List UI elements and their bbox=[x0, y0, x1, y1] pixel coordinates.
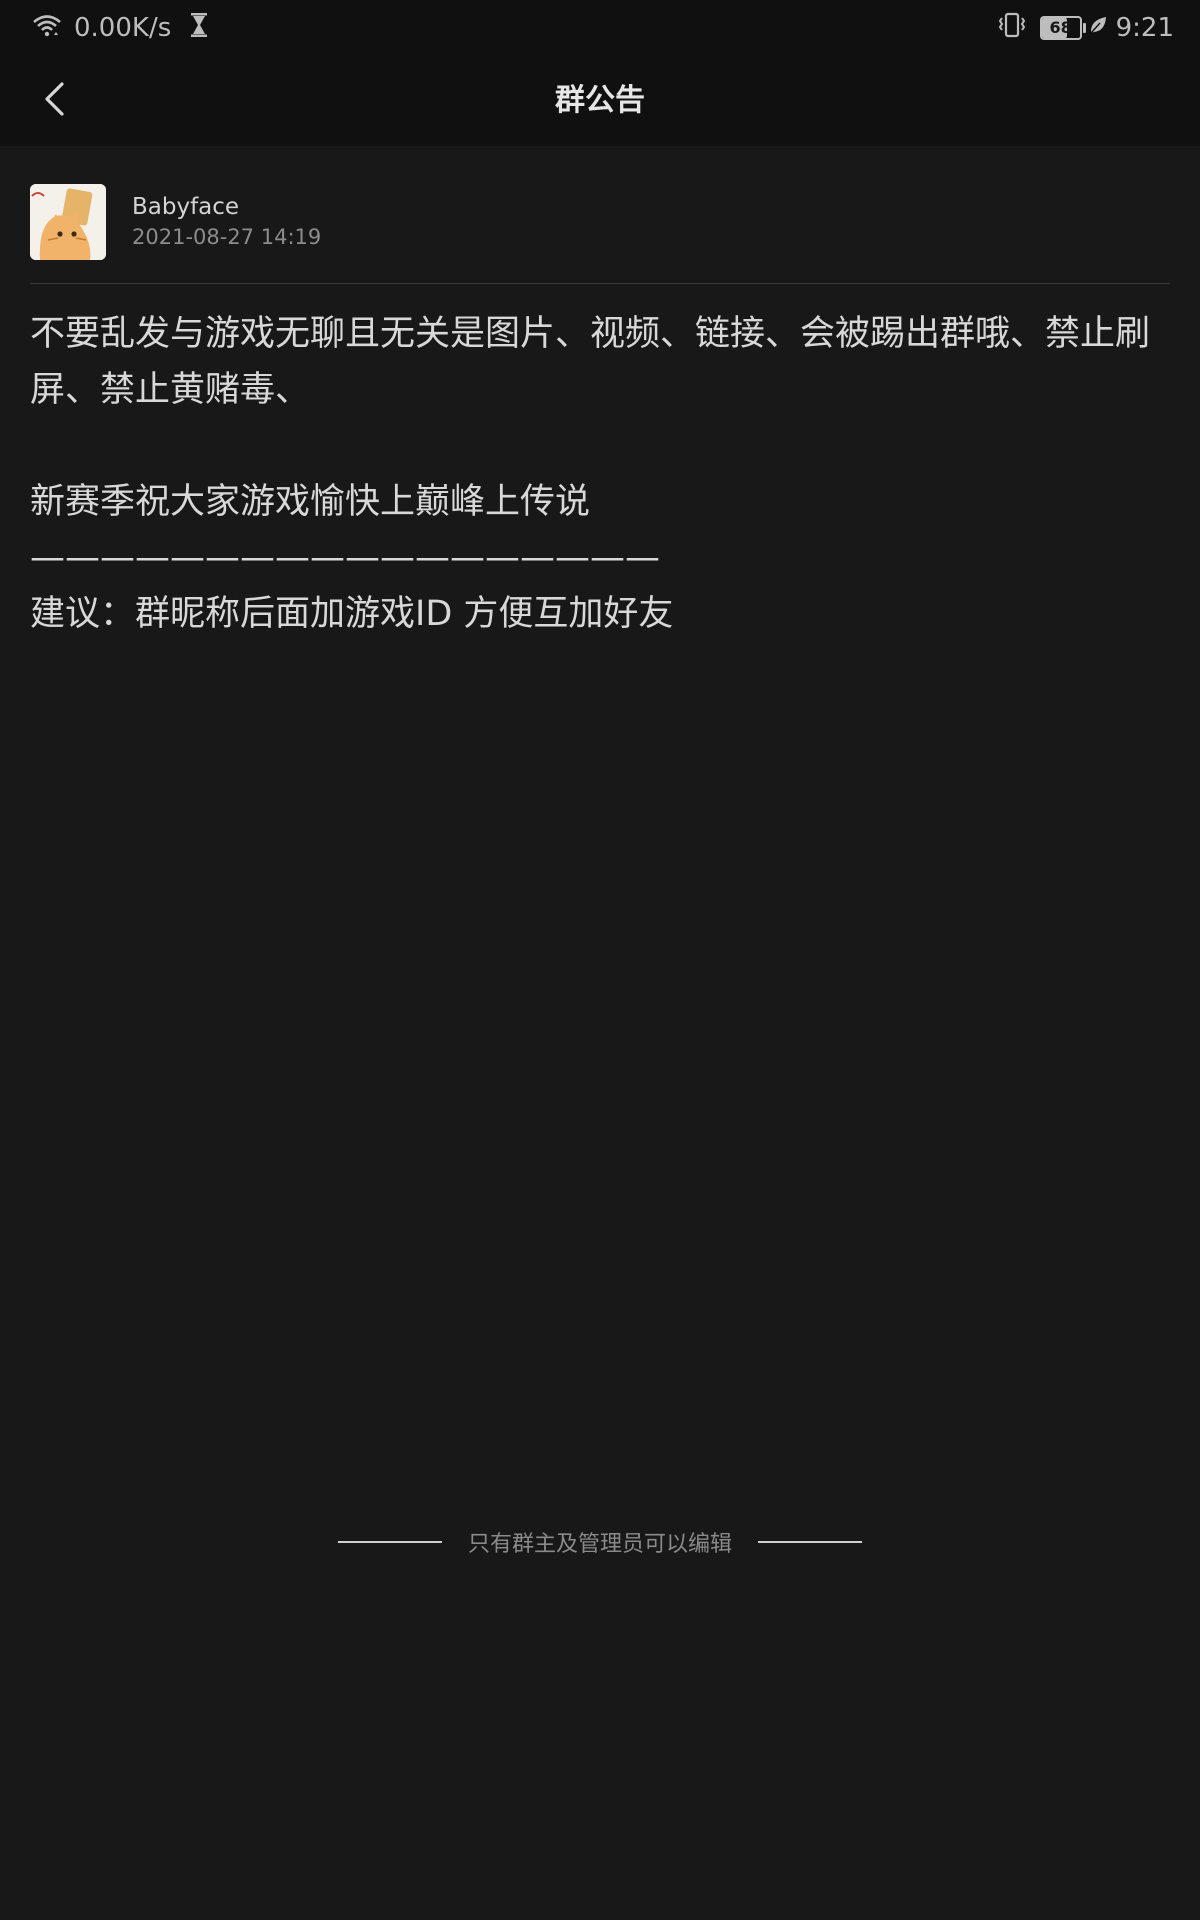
network-speed: 0.00K/s bbox=[74, 13, 172, 43]
footer-note-text: 只有群主及管理员可以编辑 bbox=[467, 1532, 732, 1557]
announcement-screen: 0.00K/s 68 9:21 群公告 Babyface 2021-08-27 … bbox=[0, 0, 1200, 1920]
avatar[interactable] bbox=[30, 184, 106, 260]
author-name: Babyface bbox=[132, 194, 240, 220]
status-right: 68 9:21 bbox=[996, 0, 1174, 56]
back-button[interactable] bbox=[24, 71, 84, 131]
edit-permission-note: 只有群主及管理员可以编辑 bbox=[0, 1522, 1200, 1562]
status-left: 0.00K/s bbox=[32, 0, 209, 56]
announcement-body: 不要乱发与游戏无聊且无关是图片、视频、链接、会被踢出群哦、禁止刷屏、禁止黄赌毒、… bbox=[30, 314, 1151, 634]
hourglass-icon bbox=[189, 12, 209, 45]
post-timestamp: 2021-08-27 14:19 bbox=[132, 225, 322, 249]
footer-line-left bbox=[337, 1541, 442, 1543]
title-bar: 群公告 bbox=[0, 56, 1200, 146]
clock: 9:21 bbox=[1115, 13, 1174, 43]
page-title: 群公告 bbox=[555, 83, 645, 118]
footer-line-right bbox=[758, 1541, 862, 1543]
battery-icon: 68 bbox=[1039, 16, 1086, 40]
battery-level: 68 bbox=[1049, 18, 1072, 37]
vibrate-icon bbox=[996, 12, 1028, 45]
announcement-author: Babyface 2021-08-27 14:19 bbox=[30, 184, 321, 260]
status-bar: 0.00K/s 68 9:21 bbox=[0, 0, 1200, 56]
wifi-icon bbox=[32, 13, 62, 44]
chevron-left-icon bbox=[42, 81, 66, 121]
leaf-icon bbox=[1088, 13, 1108, 43]
author-meta: Babyface 2021-08-27 14:19 bbox=[132, 192, 321, 252]
divider bbox=[30, 283, 1170, 284]
